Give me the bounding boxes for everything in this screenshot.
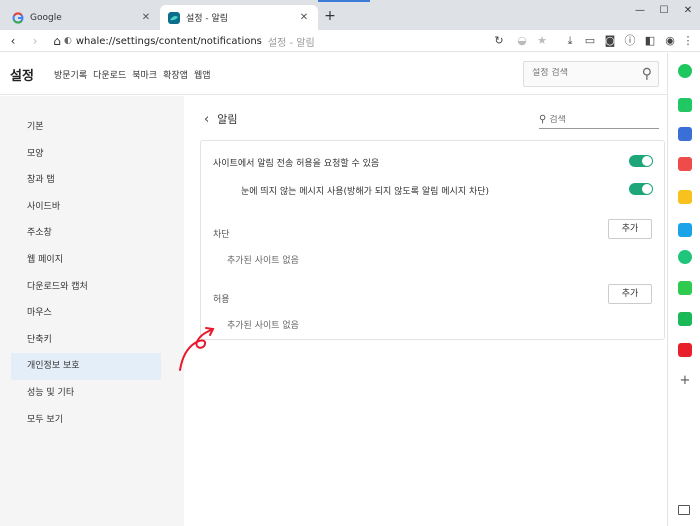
sidebar-item-download-capture[interactable]: 다운로드와 캡처 [11, 274, 161, 301]
maximize-icon[interactable]: ☐ [652, 2, 676, 20]
add-panel-icon[interactable]: + [677, 373, 693, 389]
whale-panel-icon[interactable] [678, 64, 692, 78]
nav-history[interactable]: 방문기록 [54, 68, 87, 81]
notifications-card: 사이트에서 알림 전송 허용을 요청할 수 있음 눈에 띄지 않는 메시지 사용… [200, 140, 665, 340]
tab-title: 설정 - 알림 [186, 14, 229, 24]
google-icon [12, 11, 24, 24]
content-search-input[interactable] [549, 114, 650, 125]
sidebar-item-web-page[interactable]: 웹 페이지 [11, 247, 161, 274]
url-text: whale://settings/content/notifications [75, 35, 262, 47]
nav-webapps[interactable]: 웹앱 [194, 68, 211, 81]
allow-label: 허용 [213, 295, 230, 305]
settings-search-input[interactable] [532, 68, 628, 78]
sidebar-item-performance[interactable]: 성능 및 기타 [11, 380, 161, 407]
tab-accent [318, 0, 370, 2]
play-icon[interactable] [678, 250, 692, 264]
close-icon[interactable]: ✕ [140, 12, 152, 23]
chrome-panel-icon[interactable] [678, 223, 692, 237]
allow-empty-text: 추가된 사이트 없음 [227, 321, 299, 331]
block-empty-text: 추가된 사이트 없음 [227, 256, 299, 266]
section-title: 알림 [217, 113, 238, 126]
sidebar-item-windows-tabs[interactable]: 창과 탭 [11, 167, 161, 194]
settings-search[interactable]: ⚲ [523, 61, 659, 87]
wavve-icon[interactable] [678, 343, 692, 357]
chat-icon[interactable] [678, 312, 692, 326]
line-webtoon-icon[interactable] [678, 281, 692, 295]
settings-header: 설정 방문기록 다운로드 북마크 확장앱 웹앱 ⚲ [0, 53, 667, 95]
download-icon[interactable]: ⤓ [562, 33, 578, 49]
quiet-messages-label: 눈에 띄지 않는 메시지 사용(방해가 되지 않도록 알림 메시지 차단) [241, 187, 490, 197]
nav-extensions[interactable]: 확장앱 [163, 68, 188, 81]
quiet-messages-toggle[interactable] [629, 183, 653, 195]
sidebar-item-show-all[interactable]: 모두 보기 [11, 407, 161, 434]
block-label: 차단 [213, 230, 230, 240]
menu-icon[interactable]: ⋮ [680, 33, 696, 49]
nav-bookmarks[interactable]: 북마크 [132, 68, 157, 81]
ask-permission-toggle[interactable] [629, 155, 653, 167]
new-tab-button[interactable]: + [322, 8, 338, 24]
tab-title: Google [30, 12, 62, 23]
pocket-icon[interactable] [678, 157, 692, 171]
content-header: ‹ 알림 [204, 111, 237, 127]
settings-top-nav: 방문기록 다운로드 북마크 확장앱 웹앱 [54, 68, 211, 81]
sidebar-item-privacy[interactable]: 개인정보 보호 [11, 353, 161, 380]
sidebar-item-shortcuts[interactable]: 단축키 [11, 327, 161, 354]
profile-icon[interactable]: ◉ [662, 33, 678, 49]
shield-icon[interactable]: ◒ [514, 33, 530, 49]
settings-body: 기본 모양 창과 탭 사이드바 주소창 웹 페이지 다운로드와 캡처 마우스 단… [0, 96, 667, 526]
settings-title: 설정 [10, 69, 34, 84]
address-toolbar: ‹ › ⌂ ◐ whale://settings/content/notific… [0, 30, 700, 52]
omnibox[interactable]: ◐ whale://settings/content/notifications… [64, 33, 315, 49]
search-icon[interactable]: ⚲ [642, 66, 652, 82]
sidebar-item-basic[interactable]: 기본 [11, 114, 161, 141]
content-search[interactable]: ⚲ [539, 111, 659, 129]
close-icon[interactable]: ✕ [298, 12, 310, 23]
window-close-icon[interactable]: ✕ [676, 2, 700, 20]
sidebar-item-sidebar[interactable]: 사이드바 [11, 194, 161, 221]
tab-settings[interactable]: 설정 - 알림 ✕ [160, 5, 318, 30]
minimize-icon[interactable]: — [628, 2, 652, 20]
search-icon: ⚲ [539, 114, 547, 125]
star-icon[interactable]: ★ [534, 33, 550, 49]
settings-content: ‹ 알림 ⚲ 사이트에서 알림 전송 허용을 요청할 수 있음 눈에 띄지 않는… [184, 96, 667, 526]
tab-bar: Google ✕ 설정 - 알림 ✕ + — ☐ ✕ [0, 0, 700, 30]
sidebar-toggle-icon[interactable]: ◧ [642, 33, 658, 49]
tab-google[interactable]: Google ✕ [4, 5, 160, 30]
bell-icon[interactable] [678, 98, 692, 112]
reload-icon[interactable]: ↻ [491, 33, 507, 49]
video-icon[interactable]: ▭ [582, 33, 598, 49]
sidebar-item-mouse[interactable]: 마우스 [11, 300, 161, 327]
back-icon[interactable]: ‹ [4, 32, 22, 50]
camera-icon[interactable]: ◙ [602, 33, 618, 49]
sidebar-item-address-bar[interactable]: 주소창 [11, 220, 161, 247]
allow-add-button[interactable]: 추가 [608, 284, 652, 304]
forward-icon[interactable]: › [26, 32, 44, 50]
whale-icon [168, 11, 180, 24]
side-panel: + [667, 53, 700, 526]
block-add-button[interactable]: 추가 [608, 219, 652, 239]
ask-permission-label: 사이트에서 알림 전송 허용을 요청할 수 있음 [213, 159, 380, 169]
back-arrow-icon[interactable]: ‹ [204, 112, 209, 127]
page-title-hint: 설정 - 알림 [267, 37, 315, 49]
annotation-arrow [179, 327, 215, 371]
settings-sidebar: 기본 모양 창과 탭 사이드바 주소창 웹 페이지 다운로드와 캡처 마우스 단… [11, 114, 161, 433]
star-panel-icon[interactable] [678, 190, 692, 204]
calendar-icon[interactable] [678, 127, 692, 141]
whale-url-icon: ◐ [64, 36, 72, 46]
sidebar-item-appearance[interactable]: 모양 [11, 141, 161, 168]
panel-layout-icon[interactable] [678, 505, 690, 515]
info-icon[interactable]: ⓘ [622, 33, 638, 49]
nav-downloads[interactable]: 다운로드 [93, 68, 126, 81]
